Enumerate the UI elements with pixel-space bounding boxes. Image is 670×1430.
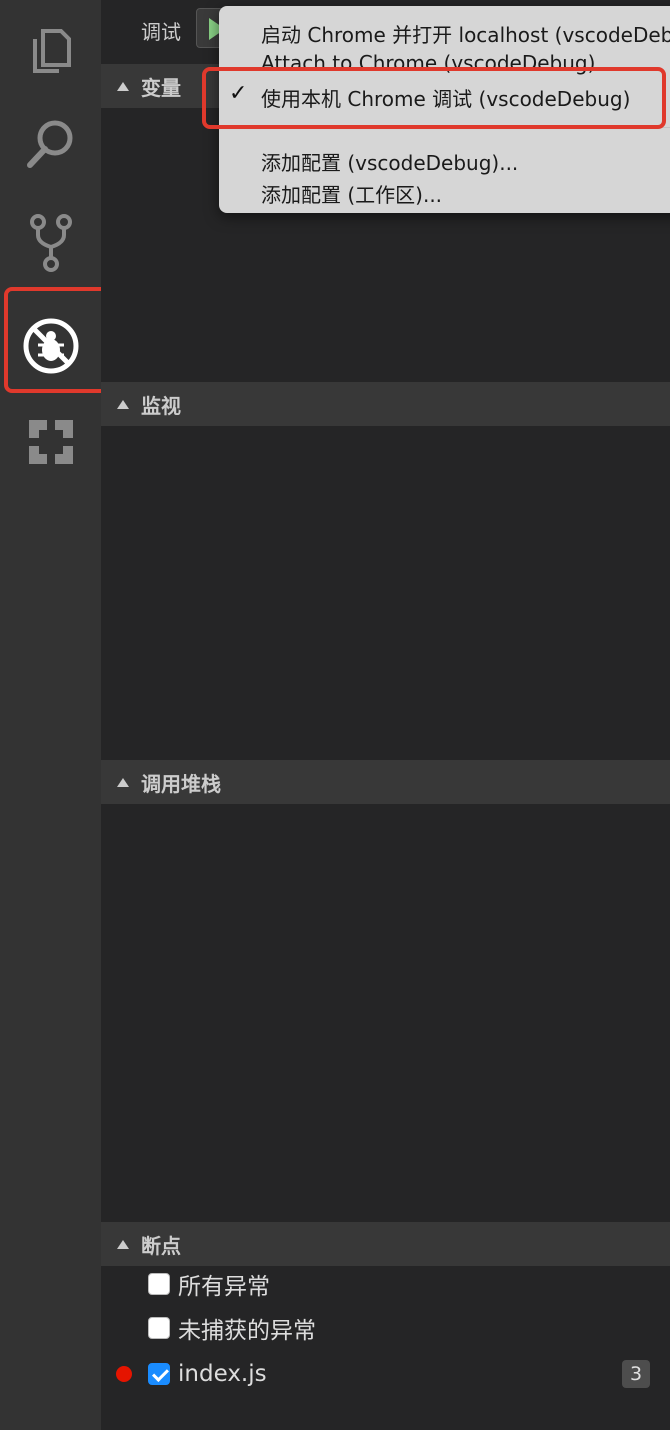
all-exceptions-checkbox[interactable] — [148, 1273, 170, 1295]
breakpoint-row-all-exceptions[interactable]: 所有异常 — [101, 1262, 670, 1306]
files-icon[interactable] — [0, 0, 101, 100]
extensions-icon[interactable] — [0, 392, 101, 492]
chevron-icon — [117, 777, 129, 787]
line-number-badge: 3 — [622, 1360, 650, 1388]
menu-item-launch-chrome[interactable]: 启动 Chrome 并打开 localhost (vscodeDebug) — [219, 14, 670, 48]
menu-item-attach-chrome[interactable]: Attach to Chrome (vscodeDebug) — [219, 46, 670, 80]
chevron-icon — [117, 1239, 129, 1249]
breakpoints-label: 断点 — [141, 1233, 181, 1258]
menu-item-add-config-vscodedebug[interactable]: 添加配置 (vscodeDebug)... — [219, 142, 670, 176]
menu-separator — [219, 127, 670, 128]
debug-sidebar: 调试 变量 监视 调用堆栈 断点 所有异常 未捕获的异常 index.js 3 — [101, 0, 670, 1430]
uncaught-exceptions-checkbox[interactable] — [148, 1317, 170, 1339]
checkmark-icon: ✓ — [229, 81, 248, 106]
menu-item-add-config-workspace[interactable]: 添加配置 (工作区)... — [219, 174, 670, 208]
breakpoint-label: 所有异常 — [178, 1274, 270, 1300]
search-icon[interactable] — [0, 94, 101, 194]
watch-label: 监视 — [141, 393, 181, 418]
activity-bar — [0, 0, 116, 1430]
breakpoints-section-header[interactable]: 断点 — [101, 1222, 670, 1266]
debug-title: 调试 — [141, 20, 181, 44]
breakpoint-label: 未捕获的异常 — [178, 1318, 316, 1344]
variables-label: 变量 — [141, 75, 181, 100]
breakpoint-dot-icon — [116, 1366, 132, 1382]
breakpoint-row-uncaught-exceptions[interactable]: 未捕获的异常 — [101, 1306, 670, 1350]
menu-item-local-chrome[interactable]: ✓ 使用本机 Chrome 调试 (vscodeDebug) — [219, 78, 670, 112]
chevron-icon — [117, 399, 129, 409]
source-control-icon[interactable] — [0, 193, 101, 293]
call-stack-section-header[interactable]: 调用堆栈 — [101, 760, 670, 804]
debug-icon[interactable] — [0, 296, 101, 396]
watch-section-header[interactable]: 监视 — [101, 382, 670, 426]
index-js-checkbox[interactable] — [148, 1363, 170, 1385]
breakpoint-label: index.js — [178, 1361, 267, 1387]
chevron-icon — [117, 81, 129, 91]
call-stack-label: 调用堆栈 — [141, 771, 221, 796]
launch-config-menu: 启动 Chrome 并打开 localhost (vscodeDebug) At… — [219, 6, 670, 213]
breakpoint-row-index-js[interactable]: index.js 3 — [101, 1352, 670, 1396]
